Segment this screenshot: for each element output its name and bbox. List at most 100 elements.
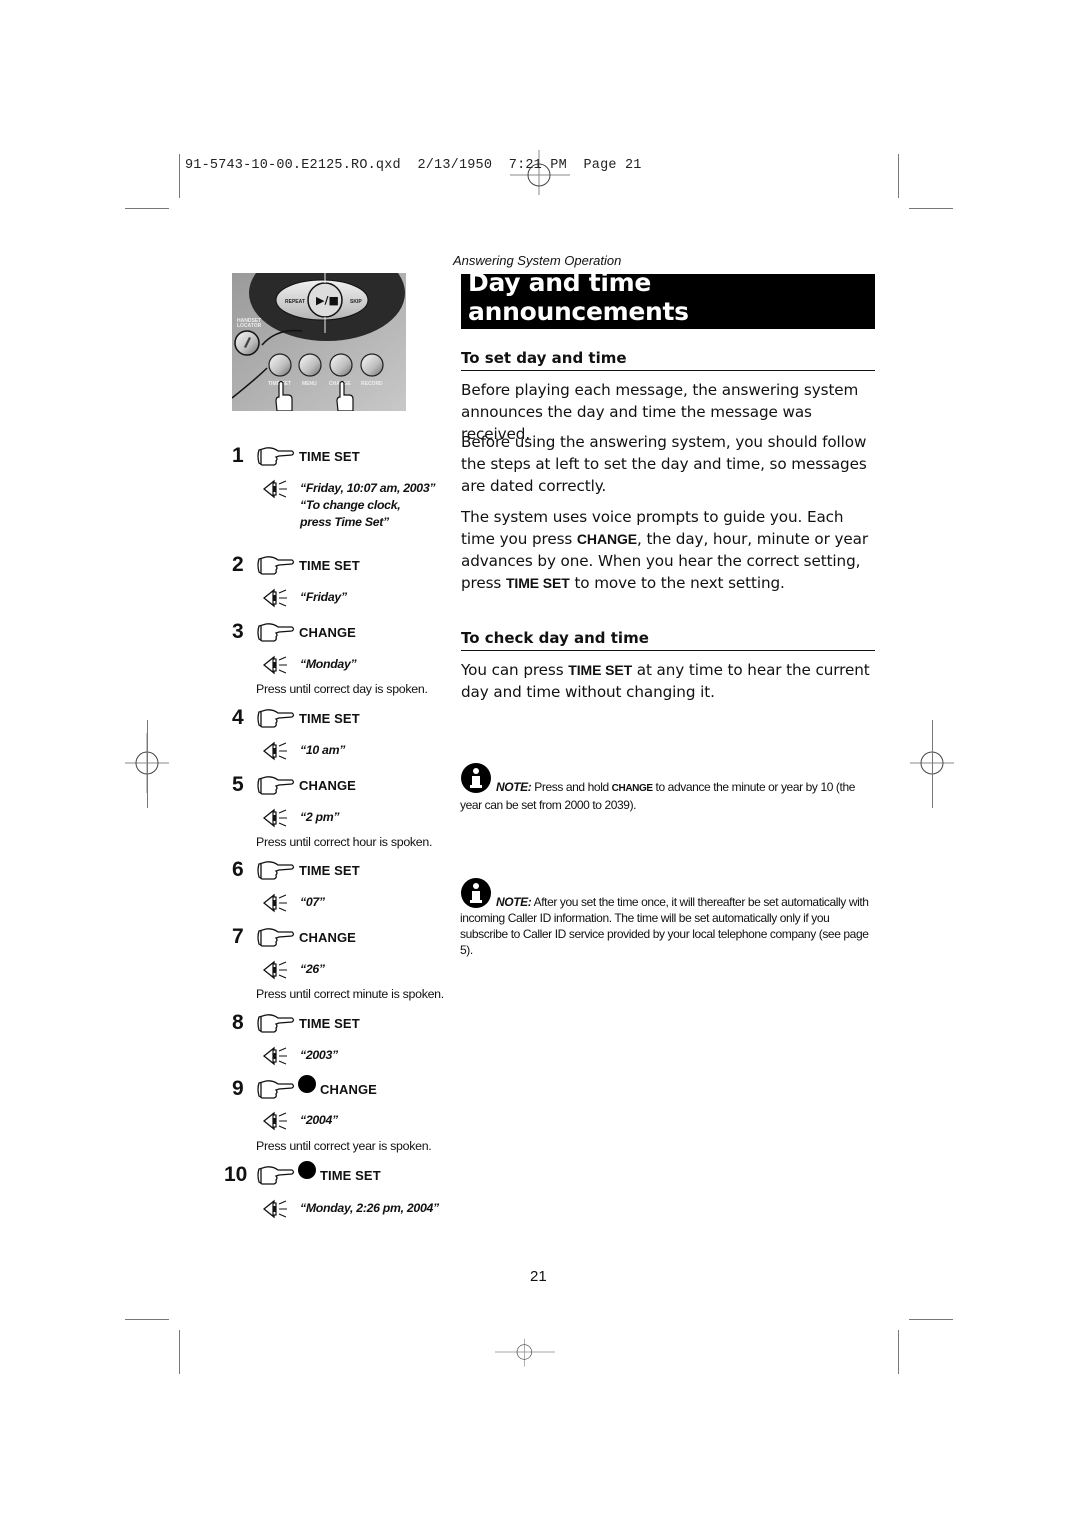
step-key-label: TIME SET — [299, 557, 360, 573]
repeat-button-label: REPEAT — [285, 299, 305, 305]
note: NOTE: After you set the time once, it wi… — [460, 878, 870, 958]
step-hint: Press until correct year is spoken. — [256, 1139, 432, 1153]
pointing-hand-icon — [256, 620, 296, 644]
step-number: 4 — [232, 706, 244, 729]
voice-prompt-text: “2004” — [300, 1113, 338, 1127]
step-3: 3 CHANGE — [232, 620, 356, 644]
step-number: 1 — [232, 444, 244, 467]
step-key-label: CHANGE — [299, 624, 356, 640]
voice-prompt: “07” — [262, 892, 325, 914]
step-8: 8 TIME SET — [232, 1011, 360, 1035]
paragraph: Before using the answering system, you s… — [461, 433, 867, 495]
step-number: 6 — [232, 858, 244, 881]
voice-prompt-text: “Monday, 2:26 pm, 2004” — [300, 1201, 439, 1215]
step-key-label: TIME SET — [299, 862, 360, 878]
voice-prompt: “26” — [262, 959, 325, 981]
crop-mark — [125, 208, 169, 209]
slug-filename: 91-5743-10-00.E2125.RO.qxd — [185, 158, 401, 173]
speaker-icon — [262, 1110, 292, 1132]
crop-mark — [909, 1319, 953, 1320]
voice-prompt: “2004” — [262, 1110, 338, 1132]
step-2: 2 TIME SET — [232, 553, 360, 577]
crop-mark — [179, 154, 180, 198]
skip-button-label: SKIP — [350, 299, 362, 305]
pointing-hand-icon — [256, 858, 296, 882]
step-hint: Press until correct day is spoken. — [256, 682, 428, 696]
pointing-hand-icon — [256, 444, 296, 468]
voice-prompt-text: “07” — [300, 895, 325, 909]
speaker-icon — [262, 654, 292, 676]
key-time-set: TIME SET — [505, 575, 570, 591]
info-icon — [460, 878, 496, 908]
step-key-label: TIME SET — [299, 710, 360, 726]
voice-prompt: “Friday, 10:07 am, 2003” “To change clock… — [262, 478, 436, 531]
step-number: 9 — [232, 1077, 244, 1100]
svg-text:MENU: MENU — [302, 381, 317, 387]
voice-prompt-text: “Friday” — [300, 590, 347, 604]
info-icon — [460, 763, 496, 793]
step-key-label: TIME SET — [299, 1015, 360, 1031]
voice-prompt-text: “Monday” — [300, 657, 357, 671]
section-heading-check: To check day and time — [461, 629, 875, 651]
step-hint: Press until correct hour is spoken. — [256, 835, 433, 849]
note: NOTE: Press and hold CHANGE to advance t… — [460, 763, 870, 813]
step-1: 1 TIME SET — [232, 444, 360, 468]
step-number: 10 — [224, 1163, 248, 1186]
pointing-hand-icon — [256, 1077, 296, 1101]
speaker-icon — [262, 892, 292, 914]
key-change: CHANGE — [576, 531, 637, 547]
slug-page: Page 21 — [583, 158, 642, 173]
voice-prompt: “Monday, 2:26 pm, 2004” — [262, 1198, 439, 1220]
voice-prompt-text: “10 am” — [300, 743, 346, 757]
speaker-icon — [262, 478, 292, 500]
pointing-hand-icon — [256, 1011, 296, 1035]
paragraph: You can press TIME SET at any time to he… — [461, 661, 870, 701]
speaker-icon — [262, 587, 292, 609]
step-9: 9 CHANGE — [232, 1075, 377, 1101]
slug-date: 2/13/1950 — [417, 158, 493, 173]
step-key-label: CHANGE — [320, 1081, 377, 1097]
page-title-bar: Day and time announcements — [461, 268, 875, 329]
voice-prompt: “10 am” — [262, 740, 345, 762]
file-slug: 91-5743-10-00.E2125.RO.qxd 2/13/1950 7:2… — [185, 158, 642, 173]
crop-mark — [909, 208, 953, 209]
paragraph: The system uses voice prompts to guide y… — [461, 508, 868, 592]
speaker-icon — [262, 1045, 292, 1067]
speaker-icon — [262, 959, 292, 981]
speaker-icon — [262, 1198, 292, 1220]
registration-line — [147, 720, 148, 808]
step-5: 5 CHANGE — [232, 773, 356, 797]
step-number: 7 — [232, 925, 244, 948]
record-button — [360, 353, 384, 377]
voice-prompt: “Friday” — [262, 587, 347, 609]
voice-prompt-text: “2003” — [300, 1048, 338, 1062]
crop-mark — [898, 154, 899, 198]
step-4: 4 TIME SET — [232, 706, 360, 730]
svg-text:LOCATOR: LOCATOR — [237, 323, 262, 329]
pointing-hand-icon — [256, 553, 296, 577]
speaker-icon — [262, 740, 292, 762]
phone-panel-illustration: REPEAT ▶/■ SKIP HANDSET LOCATOR TIME SET… — [232, 273, 406, 411]
time-set-button — [268, 353, 292, 377]
crop-mark — [179, 1330, 180, 1374]
bullet-dot-icon — [298, 1161, 316, 1179]
step-number: 3 — [232, 620, 244, 643]
pointing-hand-icon — [256, 1163, 296, 1187]
voice-prompt: “2 pm” — [262, 807, 340, 829]
step-key-label: CHANGE — [299, 929, 356, 945]
play-stop-button-label: ▶/■ — [316, 294, 339, 307]
voice-prompt: “Monday” — [262, 654, 357, 676]
running-head: Answering System Operation — [453, 253, 622, 268]
voice-prompt-text: “Friday, 10:07 am, 2003” “To change clock… — [300, 481, 436, 529]
pointing-hand-icon — [256, 925, 296, 949]
pointing-hand-icon — [256, 706, 296, 730]
crop-mark — [125, 1319, 169, 1320]
slug-time: 7:21 PM — [508, 158, 567, 173]
step-10: 10 TIME SET — [224, 1161, 381, 1187]
registration-mark — [495, 1338, 555, 1367]
step-7: 7 CHANGE — [232, 925, 356, 949]
page-title: Day and time announcements — [468, 268, 689, 326]
step-hint: Press until correct minute is spoken. — [256, 987, 444, 1001]
voice-prompt-text: “2 pm” — [300, 810, 340, 824]
svg-text:RECORD: RECORD — [361, 381, 383, 387]
